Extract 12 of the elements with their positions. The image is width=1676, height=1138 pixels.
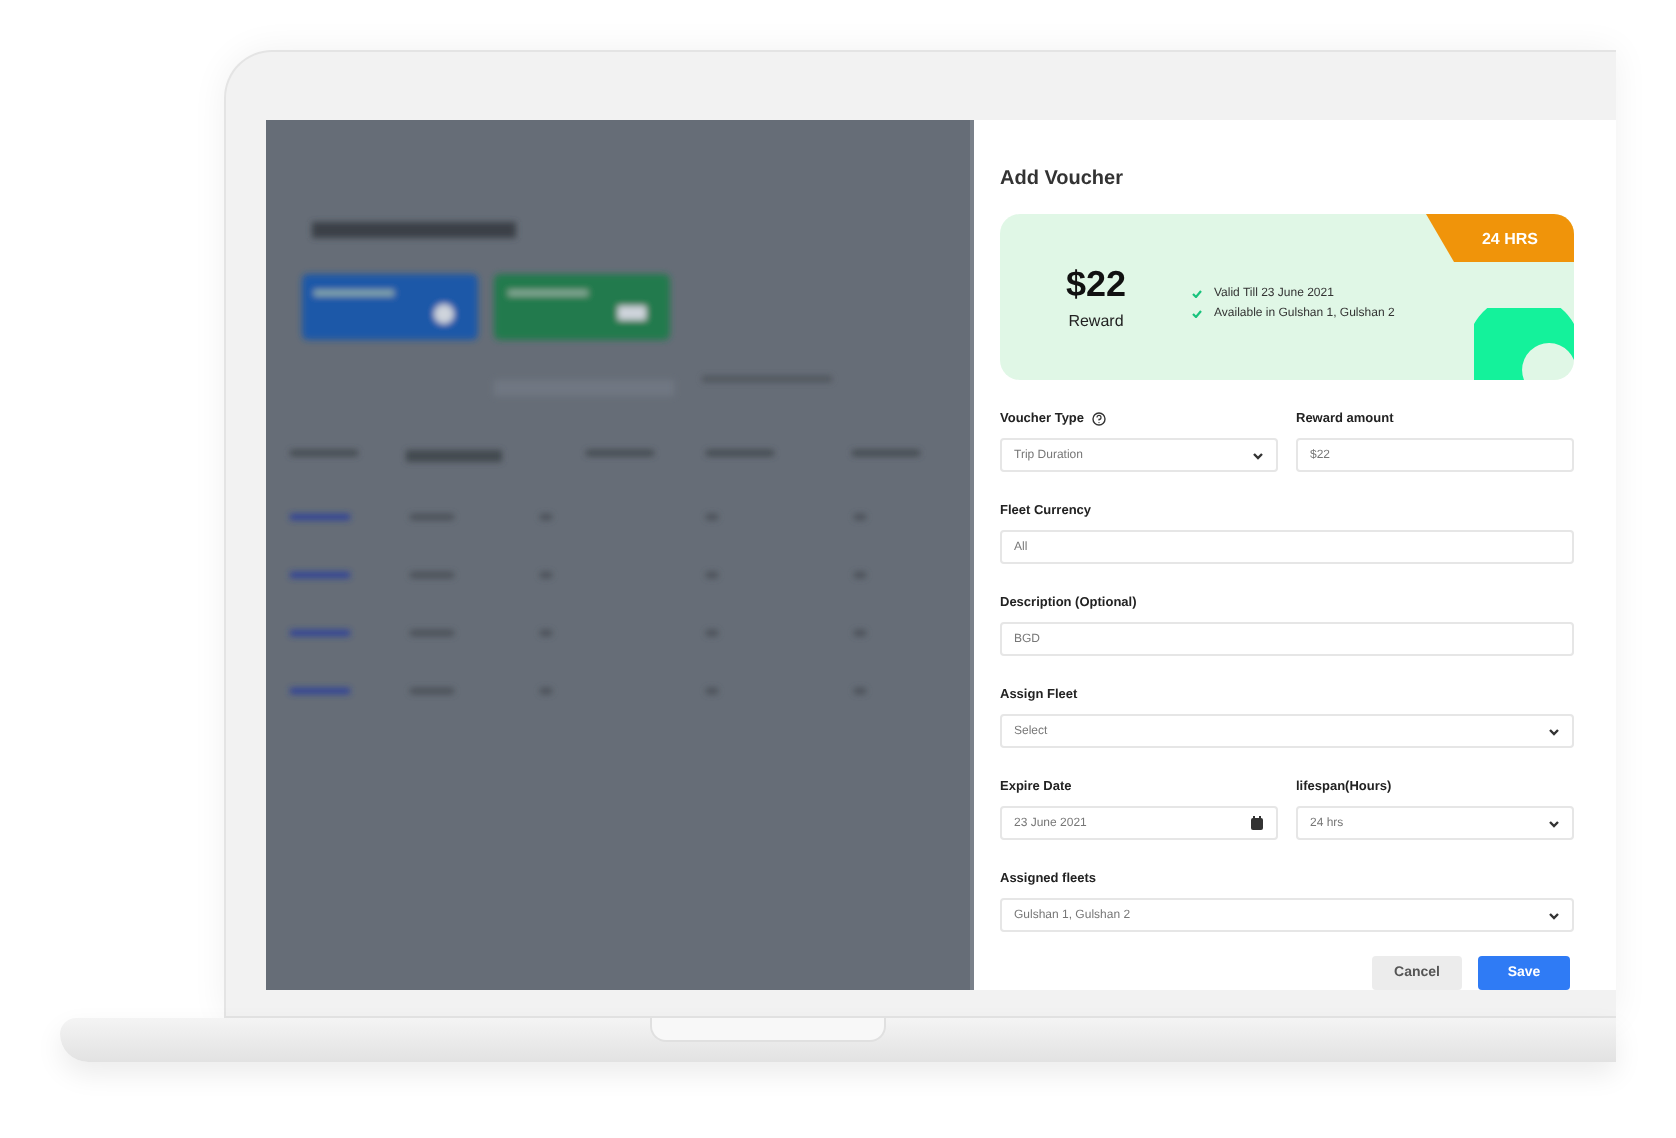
chevron-down-icon [1548, 911, 1560, 919]
check-icon [1192, 309, 1202, 317]
chevron-down-icon [1252, 451, 1264, 459]
reward-label: Reward [1068, 312, 1124, 330]
ring-decoration-icon [1474, 308, 1574, 380]
chevron-down-icon [1548, 727, 1560, 735]
calendar-icon [1250, 816, 1264, 830]
drawer-title: Add Voucher [1000, 168, 1125, 190]
reward-amount: $22 [1065, 264, 1127, 306]
chevron-down-icon [1548, 819, 1560, 827]
duration-badge: 24 HRS [1426, 214, 1574, 262]
check-icon [1192, 289, 1202, 297]
